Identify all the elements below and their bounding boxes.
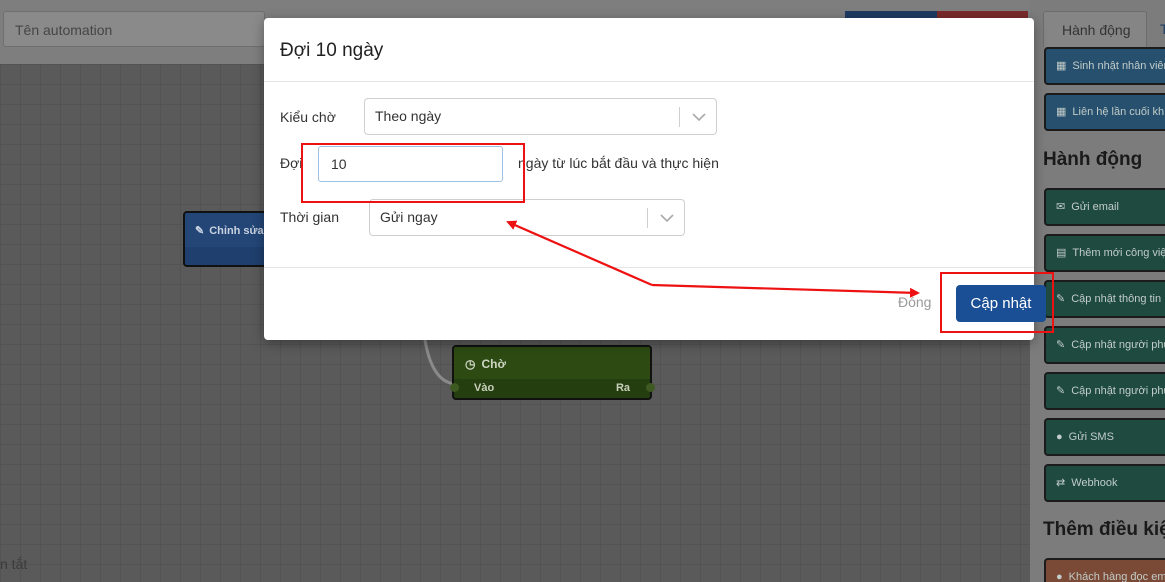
sidebar-item-label: Khách hàng đọc email (1068, 571, 1165, 582)
retweet-icon: ⇄ (1056, 477, 1066, 489)
sidebar-item-send-sms[interactable]: ● Gửi SMS (1044, 418, 1165, 456)
output-port[interactable] (646, 383, 655, 392)
input-port[interactable] (450, 383, 459, 392)
envelope-icon: ✉ (1056, 201, 1066, 213)
wait-node-in-label: Vào (474, 382, 495, 394)
sidebar-item-update-info[interactable]: ✎ Cập nhật thông tin (1044, 280, 1165, 318)
wait-suffix-text: ngày từ lúc bắt đầu và thực hiện (518, 155, 719, 171)
sidebar-item-label: Cập nhật người phụ (1071, 385, 1165, 397)
tab-next[interactable]: T (1160, 11, 1165, 47)
sidebar-item-send-email[interactable]: ✉ Gửi email (1044, 188, 1165, 226)
wait-label: Đợi (280, 155, 303, 171)
sidebar-item-label: Cập nhật thông tin (1071, 293, 1162, 305)
conditions-heading: Thêm điều kiện (1043, 519, 1165, 540)
shortcut-text: n tắt (0, 556, 28, 572)
chat-icon: ● (1056, 431, 1063, 443)
wait-type-value: Theo ngày (375, 108, 442, 124)
wait-node-label: Chờ (481, 357, 507, 371)
clock-icon: ◷ (465, 357, 476, 371)
sidebar-item-employee-birthday[interactable]: ▦ Sinh nhật nhân viên (1044, 47, 1165, 85)
sidebar-item-update-owner-2[interactable]: ✎ Cập nhật người phụ (1044, 372, 1165, 410)
select-divider (647, 208, 648, 228)
wait-type-select[interactable]: Theo ngày (364, 98, 717, 135)
time-value: Gửi ngay (380, 209, 438, 225)
edit-node-label: Chỉnh sửa (209, 225, 264, 237)
annotation-box-days (301, 143, 525, 203)
sidebar-item-last-contact[interactable]: ▦ Liên hệ lần cuối kh (1044, 93, 1165, 131)
wait-node[interactable]: ◷ Chờ Vào Ra (452, 345, 652, 400)
edit-icon: ✎ (1056, 293, 1066, 305)
task-icon: ▤ (1056, 247, 1067, 259)
time-select[interactable]: Gửi ngay (369, 199, 685, 236)
edit-node[interactable]: ✎ Chỉnh sửa (183, 211, 273, 267)
select-divider (679, 107, 680, 127)
chevron-down-icon[interactable] (681, 99, 717, 134)
calendar-icon: ▦ (1056, 60, 1067, 72)
calendar-icon: ▦ (1056, 106, 1067, 118)
sidebar-item-label: Webhook (1071, 477, 1118, 489)
actions-heading: Hành động (1043, 149, 1143, 170)
tab-actions[interactable]: Hành động (1043, 11, 1147, 47)
edit-icon: ✎ (195, 225, 205, 237)
sidebar-item-add-task[interactable]: ▤ Thêm mới công việc (1044, 234, 1165, 272)
sidebar-item-webhook[interactable]: ⇄ Webhook (1044, 464, 1165, 502)
time-label: Thời gian (280, 209, 339, 225)
wait-type-label: Kiểu chờ (280, 109, 336, 125)
automation-name-input[interactable]: Tên automation (3, 11, 265, 47)
wait-node-out-label: Ra (615, 382, 630, 394)
close-button[interactable]: Đóng (898, 294, 931, 310)
sidebar-item-label: Liên hệ lần cuối kh (1072, 106, 1165, 118)
edit-icon: ✎ (1056, 385, 1066, 397)
user-icon: ● (1056, 571, 1063, 582)
sidebar-item-label: Gửi SMS (1068, 431, 1114, 443)
sidebar-item-label: Gửi email (1071, 201, 1119, 213)
modal-title: Đợi 10 ngày (280, 40, 384, 61)
modal-footer-divider (264, 267, 1034, 268)
sidebar-item-label: Sinh nhật nhân viên (1072, 60, 1165, 72)
sidebar-item-label: Thêm mới công việc (1072, 247, 1165, 259)
sidebar-item-customer-read-email[interactable]: ● Khách hàng đọc email (1044, 558, 1165, 582)
annotation-box-update (940, 272, 1054, 333)
sidebar-item-label: Cập nhật người phụ (1071, 339, 1165, 351)
modal-divider (264, 81, 1034, 82)
edit-icon: ✎ (1056, 339, 1066, 351)
chevron-down-icon[interactable] (649, 200, 685, 235)
sidebar-item-update-owner-1[interactable]: ✎ Cập nhật người phụ (1044, 326, 1165, 364)
